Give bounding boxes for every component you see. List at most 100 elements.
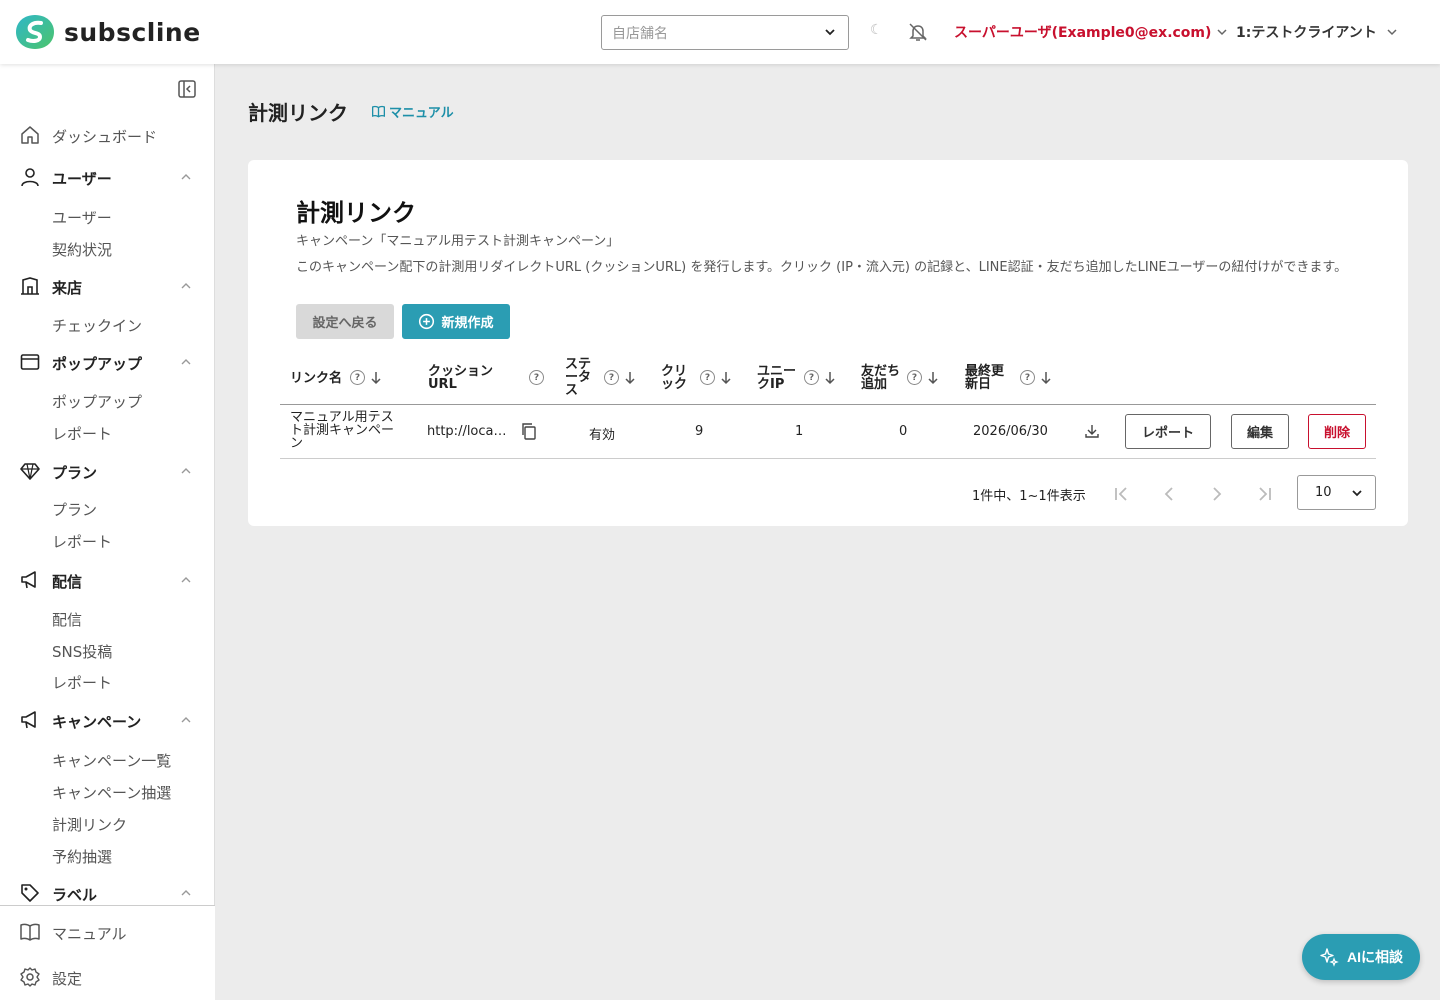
card-description: このキャンペーン配下の計測用リダイレクトURL (クッションURL) を発行しま… [296,260,1348,275]
sidebar-item-delivery-report[interactable]: レポート [52,672,112,693]
cell-link-name: マニュアル用テス ト計測キャンペーン [290,411,394,450]
chevron-up-icon [181,468,191,474]
sidebar-item-campaign-lottery[interactable]: キャンペーン抽選 [52,782,171,803]
manual-link[interactable]: マニュアル [372,102,454,121]
cell-text: ト計測キャンペー [290,423,395,438]
help-icon[interactable]: ? [804,370,819,385]
col-header-status[interactable]: ステ ータス [565,358,591,397]
user-menu[interactable]: スーパーユーザ(Example0@ex.com) [954,22,1227,42]
sidebar-item-popup-report[interactable]: レポート [52,423,112,444]
sidebar-group-label: ユーザー [52,170,112,188]
sort-arrow-down-icon[interactable] [1040,371,1052,385]
megaphone-icon [21,571,36,589]
last-page-icon[interactable] [1255,484,1275,504]
help-icon[interactable]: ? [700,370,715,385]
chevron-up-icon [181,890,191,896]
col-header-friends-tools: ? [907,370,939,385]
sidebar-group-delivery[interactable]: 配信 [0,568,215,592]
next-page-icon[interactable] [1207,484,1227,504]
sidebar-item-label: マニュアル [52,925,127,943]
sidebar-item-dashboard[interactable]: ダッシュボード [0,123,215,147]
help-icon[interactable]: ? [907,370,922,385]
sidebar-item-delivery[interactable]: 配信 [52,609,82,630]
col-header-url[interactable]: クッション URL [428,365,493,391]
sidebar-group-label[interactable]: ラベル [0,881,215,905]
diamond-icon [20,463,40,480]
download-icon[interactable] [1084,423,1100,439]
help-icon[interactable]: ? [350,370,365,385]
ai-consult-label: AIに相談 [1347,949,1403,965]
edit-button[interactable]: 編集 [1231,414,1289,449]
sidebar-item-checkin[interactable]: チェックイン [52,315,142,336]
col-header-label: リンク名 [290,371,343,386]
sidebar-item-label: 設定 [52,970,83,988]
store-icon [21,277,39,295]
ai-consult-button[interactable]: AIに相談 [1302,934,1420,980]
sidebar-item-popup[interactable]: ポップアップ [52,391,142,412]
sidebar-item-settings[interactable]: 設定 [0,965,215,989]
tag-icon [21,884,39,902]
copy-icon[interactable] [520,422,538,440]
sidebar-group-label: プラン [52,464,98,482]
logo[interactable]: subscline [16,15,201,49]
sidebar-group-label: ラベル [52,886,98,904]
sort-arrow-down-icon[interactable] [720,371,732,385]
sidebar-group-plan[interactable]: プラン [0,459,215,483]
col-header-friends[interactable]: 友だち 追加 [861,365,900,391]
col-header-label: 追加 [861,377,888,392]
col-header-label: 新日 [965,377,992,392]
sidebar-group-visit[interactable]: 来店 [0,274,215,298]
create-new-label: 新規作成 [441,315,494,330]
cell-status: 有効 [589,428,616,443]
sort-arrow-down-icon[interactable] [624,371,636,385]
sidebar-item-reservation-lottery[interactable]: 予約抽選 [52,846,112,867]
sidebar-item-sns[interactable]: SNS投稿 [52,641,112,662]
delete-button[interactable]: 削除 [1308,414,1366,449]
col-header-clicks[interactable]: クリ ック [661,365,687,391]
bell-off-icon[interactable] [908,22,928,42]
sort-arrow-down-icon[interactable] [927,371,939,385]
sort-arrow-down-icon[interactable] [370,371,382,385]
report-button[interactable]: レポート [1125,414,1211,449]
sort-arrow-down-icon[interactable] [824,371,836,385]
prev-page-icon[interactable] [1159,484,1179,504]
help-icon[interactable]: ? [604,370,619,385]
sidebar-item-campaign-list[interactable]: キャンペーン一覧 [52,750,171,771]
cell-cushion-url: http://loca… [427,424,507,439]
cell-text: ン [290,436,304,451]
help-icon[interactable]: ? [529,370,544,385]
sidebar-group-campaign[interactable]: キャンペーン [0,708,215,732]
sidebar-group-label: ポップアップ [52,355,143,373]
sidebar-group-user[interactable]: ユーザー [0,165,215,189]
chevron-down-icon [1387,29,1397,36]
first-page-icon[interactable] [1111,484,1131,504]
sidebar-footer: マニュアル 設定 [0,905,215,1000]
store-select[interactable]: 自店舗名 [601,15,849,50]
sidebar-item-plan[interactable]: プラン [52,499,97,520]
sidebar-item-tracking-links[interactable]: 計測リンク [52,814,127,835]
moon-icon[interactable]: ☾ [870,22,883,38]
client-menu[interactable]: 1:テストクライアント [1236,22,1397,42]
back-to-settings-button[interactable]: 設定へ戻る [296,304,394,339]
cell-clicks: 9 [695,424,704,439]
col-header-name[interactable]: リンク名 [290,372,342,385]
page-title: 計測リンク [248,101,348,125]
col-header-updated[interactable]: 最終更 新日 [965,365,1004,391]
help-icon[interactable]: ? [1020,370,1035,385]
sidebar-item-manual[interactable]: マニュアル [0,920,215,944]
user-icon [21,168,39,187]
cell-unique-ip: 1 [795,424,804,439]
sidebar-item-contracts[interactable]: 契約状況 [52,239,112,260]
col-header-name-tools: ? [350,370,382,385]
col-header-unique-ip[interactable]: ユニー クIP [757,365,796,391]
per-page-select[interactable]: 10 [1297,475,1376,510]
pagination-summary: 1件中、1~1件表示 [972,489,1086,504]
sidebar-group-label: キャンペーン [52,713,142,731]
sidebar-item-plan-report[interactable]: レポート [52,531,112,552]
create-new-button[interactable]: 新規作成 [402,304,510,339]
sidebar-group-label: 配信 [52,573,83,591]
sidebar-item-users[interactable]: ユーザー [52,207,112,228]
sidebar-group-popup[interactable]: ポップアップ [0,350,215,374]
sidebar-collapse-icon[interactable] [177,79,197,99]
home-icon [21,126,39,144]
